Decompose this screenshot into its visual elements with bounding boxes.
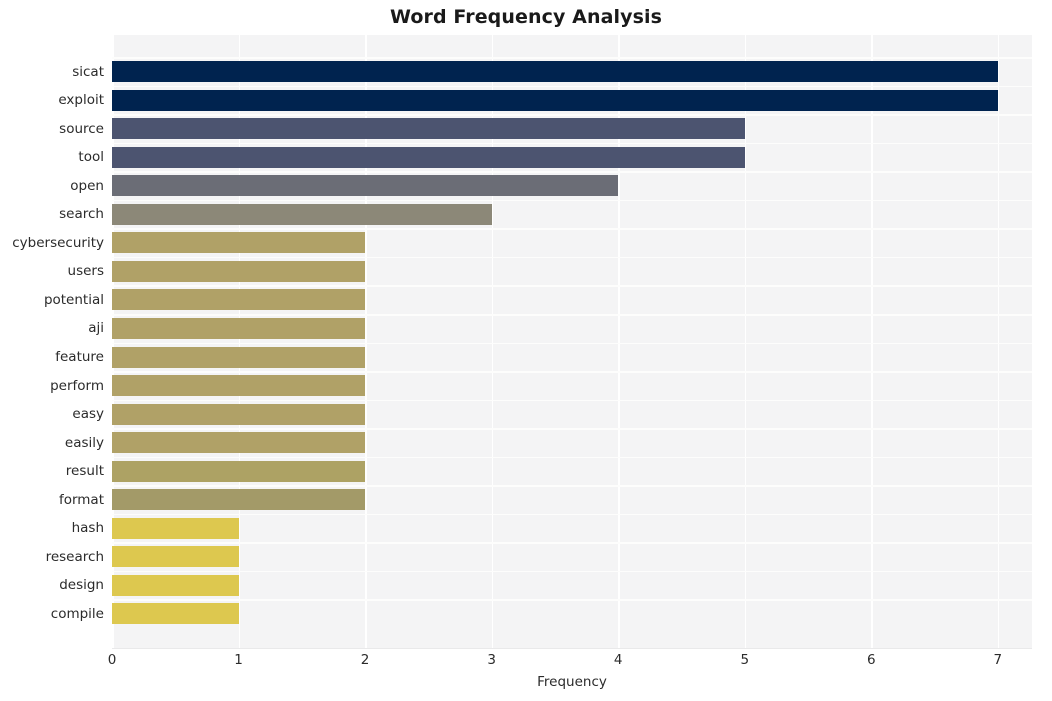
y-gridline [112,171,1032,173]
y-tick-label-aji: aji [88,320,104,337]
x-axis-line [112,648,1032,649]
x-tick-label-0: 0 [107,652,117,668]
y-gridline [112,256,1032,259]
y-gridline [112,199,1032,202]
plot-area [112,35,1032,648]
bar[interactable] [112,460,366,482]
x-tick-label-7: 7 [993,652,1003,668]
y-gridline [112,542,1032,544]
y-gridline [112,228,1032,230]
y-gridline [112,285,1032,287]
x-tick-label-6: 6 [866,652,876,668]
bar[interactable] [112,89,998,111]
x-tick-label-3: 3 [487,652,496,668]
y-tick-label-format: format [58,491,104,508]
y-tick-label-compile: compile [50,605,104,622]
y-tick-label-research: research [45,548,104,565]
bar[interactable] [112,175,619,197]
x-gridline [744,35,747,648]
y-tick-label-tool: tool [78,149,104,166]
bar[interactable] [112,546,239,568]
bar[interactable] [112,146,745,168]
bar[interactable] [112,403,366,425]
y-gridline [112,371,1032,373]
x-tick-label-2: 2 [360,652,370,668]
y-tick-label-result: result [65,463,104,480]
bar[interactable] [112,289,366,311]
bar[interactable] [112,489,366,511]
x-gridline [871,35,873,648]
bar[interactable] [112,375,366,397]
x-tick-label-5: 5 [740,652,750,668]
bar[interactable] [112,432,366,454]
y-tick-label-search: search [59,206,104,223]
y-gridline [112,313,1032,316]
y-tick-label-open: open [70,177,104,194]
bar[interactable] [112,203,492,225]
y-tick-label-source: source [59,120,104,137]
y-gridline [112,456,1032,459]
y-tick-label-sicat: sicat [72,63,104,80]
x-tick-label-4: 4 [613,652,623,668]
x-tick-label-1: 1 [234,652,243,668]
bar[interactable] [112,232,366,254]
y-tick-label-design: design [59,577,104,594]
bar[interactable] [112,260,366,282]
y-gridline [112,485,1032,487]
y-tick-label-easily: easily [64,434,104,451]
bar[interactable] [112,603,239,625]
y-gridline [112,599,1032,602]
y-tick-label-exploit: exploit [58,92,104,109]
y-tick-label-cybersecurity: cybersecurity [12,234,104,251]
bar[interactable] [112,346,366,368]
y-tick-label-feature: feature [55,349,104,365]
chart-title: Word Frequency Analysis [389,6,663,28]
y-gridline [112,342,1032,345]
chart-figure: Word Frequency Analysis sicat exploit sour… [0,0,1052,701]
y-gridline [112,142,1032,145]
y-tick-label-potential: potential [43,291,104,308]
x-axis-title: Frequency [537,674,607,690]
x-gridline [997,35,1000,648]
y-tick-label-hash: hash [71,520,104,537]
bar[interactable] [112,574,239,596]
y-gridline [112,399,1032,402]
y-tick-label-perform: perform [50,377,104,394]
y-gridline [112,570,1032,573]
y-tick-label-users: users [67,263,104,280]
bar[interactable] [112,61,998,82]
y-gridline [112,428,1032,430]
bar[interactable] [112,317,366,339]
y-gridline [112,114,1032,116]
bar[interactable] [112,118,745,140]
y-tick-label-easy: easy [72,406,104,423]
y-gridline [112,513,1032,516]
y-gridline [112,57,1032,59]
y-gridline [112,85,1032,88]
bar[interactable] [112,517,239,539]
